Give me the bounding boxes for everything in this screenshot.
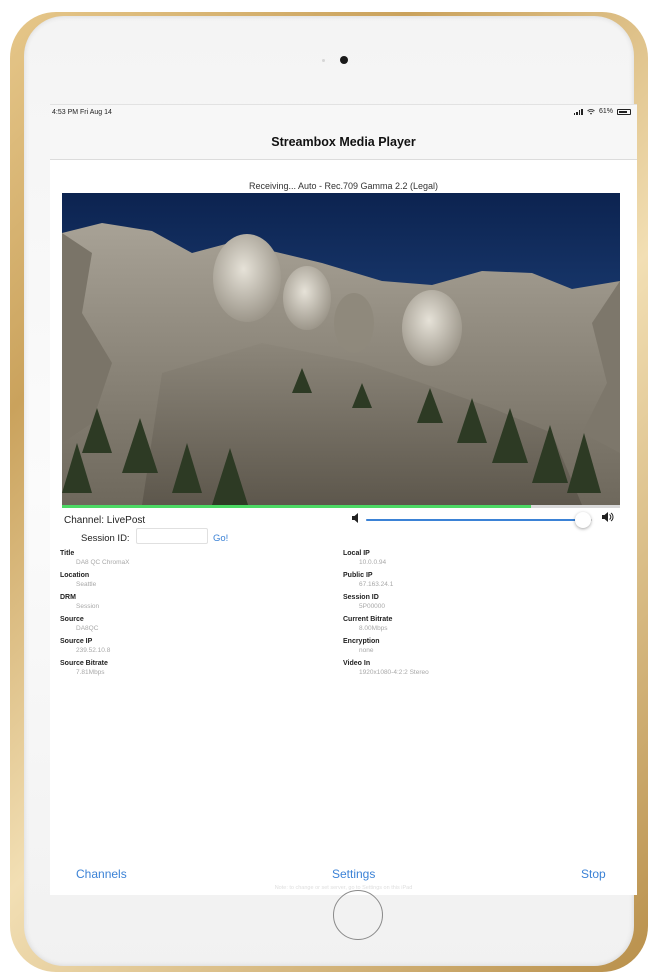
status-time: 4:53 PM Fri Aug 14 xyxy=(52,109,112,116)
info-column-right: Local IP 10.0.0.94 Public IP 67.163.24.1… xyxy=(343,549,603,681)
info-value: Seattle xyxy=(76,581,97,588)
speaker-low-icon xyxy=(352,513,358,523)
info-value: 10.0.0.94 xyxy=(359,559,387,566)
info-label: Location xyxy=(60,572,90,579)
home-button[interactable] xyxy=(333,890,383,940)
info-label: Source xyxy=(60,616,84,623)
speaker-high-icon xyxy=(602,512,614,522)
info-value: 239.52.10.8 xyxy=(76,647,111,654)
stream-progress-fill xyxy=(62,505,531,508)
footer-note: Note: to change or set server, go to Set… xyxy=(274,885,413,891)
info-value: DA8 QC ChromaX xyxy=(76,559,130,566)
info-label: Title xyxy=(60,550,75,557)
stop-button[interactable]: Stop xyxy=(581,867,606,881)
video-player[interactable] xyxy=(62,193,620,505)
info-label: Local IP xyxy=(343,550,370,557)
info-item-encryption: Encryption none xyxy=(343,637,603,659)
stream-progress-bar xyxy=(62,505,620,508)
info-item-session-id: Session ID 5P00000 xyxy=(343,593,603,615)
info-item-drm: DRM Session xyxy=(60,593,320,615)
app-screen: 4:53 PM Fri Aug 14 61% Streambox Media P… xyxy=(50,104,637,895)
info-item-source-ip: Source IP 239.52.10.8 xyxy=(60,637,320,659)
info-value: 67.163.24.1 xyxy=(359,581,394,588)
session-id-label: Session ID: xyxy=(81,533,130,544)
info-value: 8.00Mbps xyxy=(359,625,388,632)
info-item-location: Location Seattle xyxy=(60,571,320,593)
info-label: Source IP xyxy=(60,638,93,645)
volume-slider-thumb[interactable] xyxy=(574,512,591,528)
video-frame-image xyxy=(62,193,620,505)
info-value: 1920x1080-4:2:2 Stereo xyxy=(359,669,429,676)
battery-icon xyxy=(617,108,631,115)
info-label: Session ID xyxy=(343,594,379,601)
battery-percent: 61% xyxy=(598,108,613,115)
info-item-public-ip: Public IP 67.163.24.1 xyxy=(343,571,603,593)
session-id-input[interactable] xyxy=(136,528,208,544)
info-item-source-bitrate: Source Bitrate 7.81Mbps xyxy=(60,659,320,681)
channel-label: Channel: LivePost xyxy=(64,515,146,526)
info-value: DA8QC xyxy=(76,625,99,632)
receiving-status: Receiving... Auto - Rec.709 Gamma 2.2 (L… xyxy=(248,181,439,191)
info-value: 7.81Mbps xyxy=(76,669,105,676)
sensor-dot xyxy=(322,59,325,62)
volume-slider-fill xyxy=(366,519,583,521)
settings-button[interactable]: Settings xyxy=(332,867,375,881)
channels-button[interactable]: Channels xyxy=(76,867,127,881)
info-label: Encryption xyxy=(343,638,380,645)
info-item-video-in: Video In 1920x1080-4:2:2 Stereo xyxy=(343,659,603,681)
info-label: DRM xyxy=(60,594,76,601)
wifi-icon xyxy=(587,108,595,115)
info-label: Current Bitrate xyxy=(343,616,393,623)
info-label: Public IP xyxy=(343,572,373,579)
info-item-current-bitrate: Current Bitrate 8.00Mbps xyxy=(343,615,603,637)
navigation-bar: Streambox Media Player xyxy=(50,121,637,160)
front-camera xyxy=(340,56,348,64)
info-label: Video In xyxy=(343,660,371,667)
info-column-left: Title DA8 QC ChromaX Location Seattle DR… xyxy=(60,549,320,681)
volume-slider[interactable] xyxy=(366,512,592,528)
info-label: Source Bitrate xyxy=(60,660,108,667)
info-value: 5P00000 xyxy=(359,603,386,610)
info-value: Session xyxy=(76,603,100,610)
info-value: none xyxy=(359,647,374,654)
go-button[interactable]: Go! xyxy=(213,533,228,544)
info-item-source: Source DA8QC xyxy=(60,615,320,637)
signal-bars-icon xyxy=(573,108,583,115)
status-indicators: 61% xyxy=(573,108,631,115)
info-item-title: Title DA8 QC ChromaX xyxy=(60,549,320,571)
page-title: Streambox Media Player xyxy=(271,135,416,149)
info-item-local-ip: Local IP 10.0.0.94 xyxy=(343,549,603,571)
status-bar: 4:53 PM Fri Aug 14 61% xyxy=(50,105,637,121)
